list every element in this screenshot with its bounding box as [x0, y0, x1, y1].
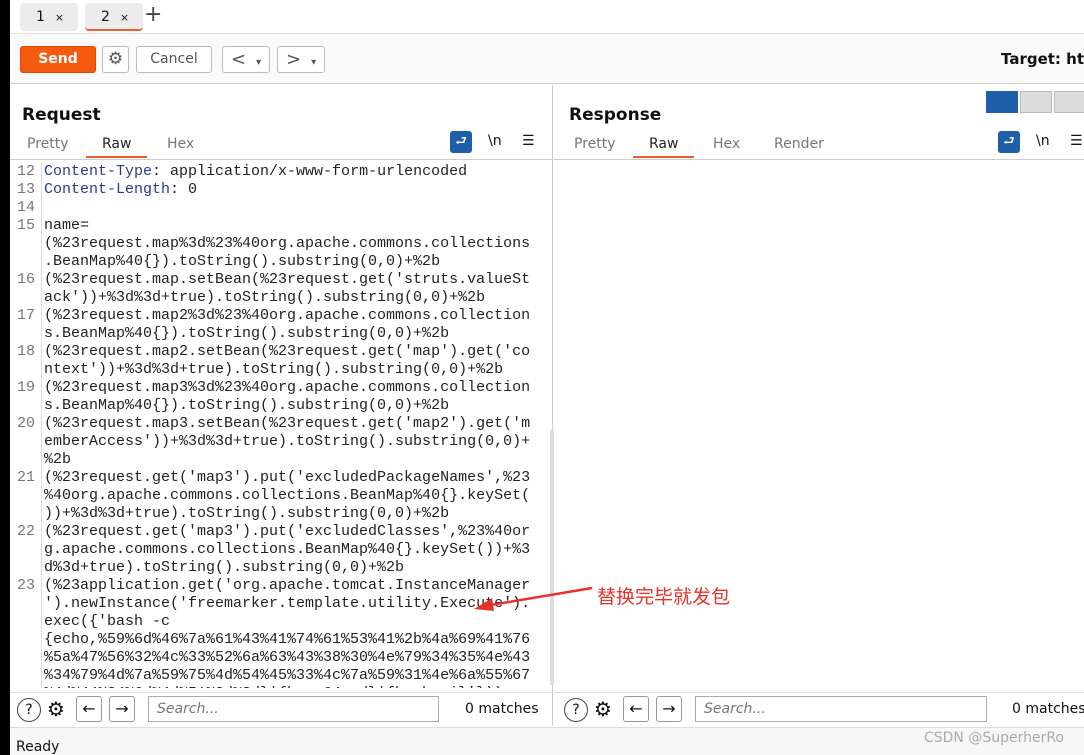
annotation-text: 替换完毕就发包	[597, 586, 731, 608]
annotation-arrow	[474, 586, 593, 611]
